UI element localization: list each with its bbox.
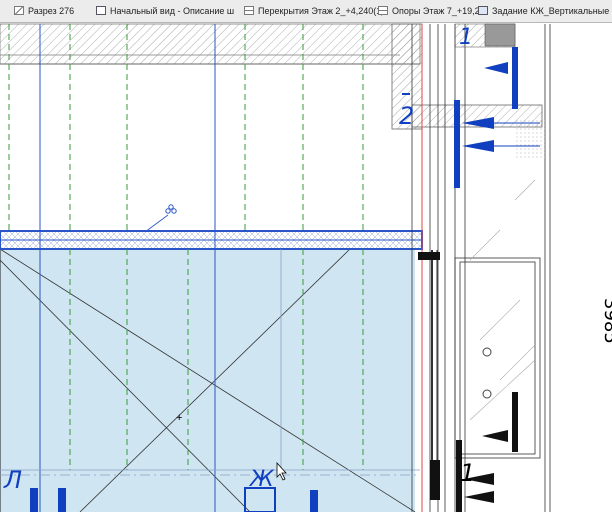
- tab-label: Задание КЖ_Вертикальные кон: [492, 6, 612, 16]
- window-hatch: [469, 179, 536, 421]
- center-mark: +: [176, 412, 182, 424]
- tab-label: Разрез 276: [28, 6, 75, 16]
- bottom-marker: [30, 488, 38, 512]
- anchor-plate: [418, 252, 440, 260]
- floor-plan-icon: [378, 6, 388, 15]
- anchor-circle: [482, 347, 492, 357]
- view-tab-bar: Разрез 276 Начальный вид - Описание шабл…: [0, 0, 612, 23]
- 3d-view-icon: [478, 6, 488, 15]
- grid-label-Zh: Ж: [248, 467, 275, 492]
- tab-section-276[interactable]: Разрез 276: [14, 2, 100, 20]
- upper-slab[interactable]: [0, 23, 421, 65]
- wall-lines: [411, 24, 551, 512]
- drawing-canvas[interactable]: + 1 2 1 Л Ж 3985: [0, 23, 612, 512]
- tab-label: Начальный вид - Описание шабл...: [110, 6, 234, 16]
- tab-floors-level-2[interactable]: Перекрытия Этаж 2_+4,240(1): [244, 2, 382, 20]
- tab-kzh-task[interactable]: Задание КЖ_Вертикальные кон: [478, 2, 612, 20]
- anchor-plate: [430, 460, 440, 500]
- grid-bubble-1-top: 1: [459, 25, 473, 50]
- tab-start-view[interactable]: Начальный вид - Описание шабл...: [96, 2, 234, 20]
- grid-label-L: Л: [3, 466, 22, 494]
- floor-plan-icon: [244, 6, 254, 15]
- tab-columns-level-7[interactable]: Опоры Этаж 7_+19,240: [378, 2, 478, 20]
- tag-symbol[interactable]: [144, 204, 177, 233]
- bottom-marker: [310, 490, 318, 512]
- drafting-view-icon: [96, 6, 106, 15]
- anchor-circle: [482, 389, 492, 399]
- tab-label: Опоры Этаж 7_+19,240: [392, 6, 478, 16]
- insulation-fill: [515, 120, 545, 160]
- section-mark-2: 2: [399, 102, 414, 130]
- tab-label: Перекрытия Этаж 2_+4,240(1): [258, 6, 382, 16]
- section-view-icon: [14, 6, 24, 15]
- bottom-marker: [58, 488, 66, 512]
- grid-bubble-1-bottom: 1: [460, 459, 475, 487]
- dimension-text: 3985: [600, 298, 612, 344]
